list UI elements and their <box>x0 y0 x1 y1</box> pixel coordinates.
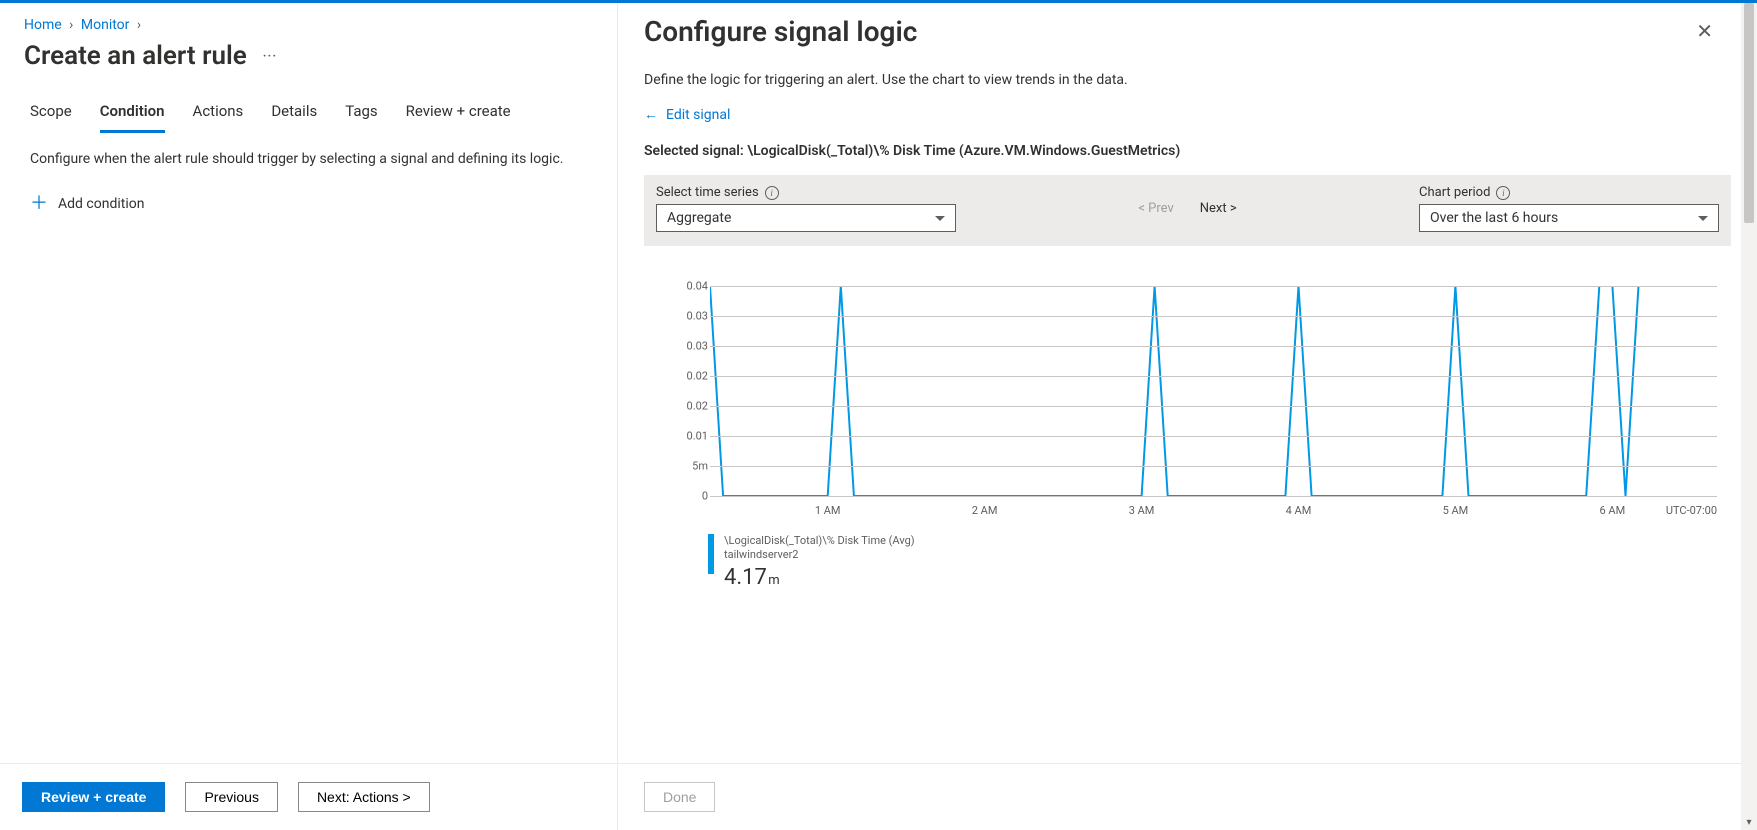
tab-review[interactable]: Review + create <box>406 102 511 132</box>
chart-period-value: Over the last 6 hours <box>1430 210 1558 226</box>
scrollbar[interactable]: ▾ <box>1741 3 1757 830</box>
tab-bar: Scope Condition Actions Details Tags Rev… <box>0 90 617 133</box>
time-series-label: Select time series i <box>656 185 956 200</box>
tab-tags[interactable]: Tags <box>345 102 377 132</box>
chart-x-tick: 4 AM <box>1286 504 1312 517</box>
breadcrumb-monitor[interactable]: Monitor <box>81 17 130 33</box>
chart-x-tick: 3 AM <box>1129 504 1155 517</box>
legend-value: 4.17 m <box>724 565 915 590</box>
filter-bar: Select time series i Aggregate < Prev Ne… <box>644 175 1731 246</box>
chart-legend: \LogicalDisk(_Total)\% Disk Time (Avg) t… <box>708 534 1717 590</box>
pager-next[interactable]: Next > <box>1200 201 1237 216</box>
tab-actions[interactable]: Actions <box>193 102 244 132</box>
add-condition-label: Add condition <box>58 196 144 212</box>
plus-icon: ＋ <box>30 195 48 213</box>
legend-swatch <box>708 534 714 574</box>
chart-x-tick: 1 AM <box>815 504 841 517</box>
page-title: Create an alert rule <box>24 41 247 72</box>
legend-series: \LogicalDisk(_Total)\% Disk Time (Avg) <box>724 534 915 548</box>
edit-signal-label: Edit signal <box>666 107 730 123</box>
tab-scope[interactable]: Scope <box>30 102 72 132</box>
legend-resource: tailwindserver2 <box>724 548 915 562</box>
info-icon[interactable]: i <box>765 186 779 200</box>
chart-y-tick: 0.03 <box>672 340 708 353</box>
chart-timezone: UTC-07:00 <box>1666 504 1717 517</box>
chart-y-tick: 0.02 <box>672 370 708 383</box>
right-pane: Configure signal logic ✕ Define the logi… <box>618 3 1757 830</box>
chart-y-tick: 5m <box>672 460 708 473</box>
next-button-label: Next: Actions > <box>317 789 411 805</box>
left-footer: Review + create Previous Next: Actions > <box>0 763 617 830</box>
time-series-value: Aggregate <box>667 210 731 226</box>
more-actions-icon[interactable]: ··· <box>259 45 281 68</box>
scroll-down-icon[interactable]: ▾ <box>1741 814 1757 830</box>
selected-signal: Selected signal: \LogicalDisk(_Total)\% … <box>618 133 1757 175</box>
pager-prev[interactable]: < Prev <box>1138 201 1173 216</box>
chart-period-label: Chart period i <box>1419 185 1719 200</box>
close-icon[interactable]: ✕ <box>1688 15 1721 47</box>
chart-x-tick: 5 AM <box>1443 504 1469 517</box>
previous-button[interactable]: Previous <box>185 782 277 812</box>
chart-period-select[interactable]: Over the last 6 hours <box>1419 204 1719 232</box>
chart-y-tick: 0.01 <box>672 430 708 443</box>
chevron-right-icon: › <box>137 17 141 33</box>
chart-y-tick: 0.02 <box>672 400 708 413</box>
tab-condition[interactable]: Condition <box>100 102 165 133</box>
chevron-right-icon: › <box>69 17 73 33</box>
panel-subtitle: Define the logic for triggering an alert… <box>618 52 1757 96</box>
chart-y-tick: 0.04 <box>672 280 708 293</box>
review-create-button[interactable]: Review + create <box>22 782 165 812</box>
left-pane: Home › Monitor › Create an alert rule ··… <box>0 3 618 830</box>
breadcrumb-home[interactable]: Home <box>24 17 62 33</box>
chart: 05m0.010.020.020.030.030.04 UTC-07:00 1 … <box>674 286 1717 524</box>
breadcrumb: Home › Monitor › <box>0 3 617 37</box>
selected-signal-label: Selected signal: <box>644 143 744 159</box>
right-footer: Done <box>618 763 1757 830</box>
chart-x-tick: 2 AM <box>972 504 998 517</box>
add-condition-button[interactable]: ＋ Add condition <box>30 195 144 213</box>
tab-details[interactable]: Details <box>271 102 317 132</box>
pager: < Prev Next > <box>972 201 1403 216</box>
info-icon[interactable]: i <box>1496 186 1510 200</box>
next-actions-button[interactable]: Next: Actions > <box>298 782 430 812</box>
scrollbar-thumb[interactable] <box>1744 3 1754 223</box>
done-button[interactable]: Done <box>644 782 715 812</box>
edit-signal-link[interactable]: ← Edit signal <box>618 96 756 133</box>
chart-y-tick: 0.03 <box>672 310 708 323</box>
chart-x-tick: 6 AM <box>1600 504 1626 517</box>
help-text: Configure when the alert rule should tri… <box>30 151 587 167</box>
chart-y-tick: 0 <box>672 490 708 503</box>
arrow-left-icon: ← <box>644 106 658 123</box>
panel-title: Configure signal logic <box>644 15 917 48</box>
selected-signal-value: \LogicalDisk(_Total)\% Disk Time (Azure.… <box>747 143 1180 159</box>
time-series-select[interactable]: Aggregate <box>656 204 956 232</box>
